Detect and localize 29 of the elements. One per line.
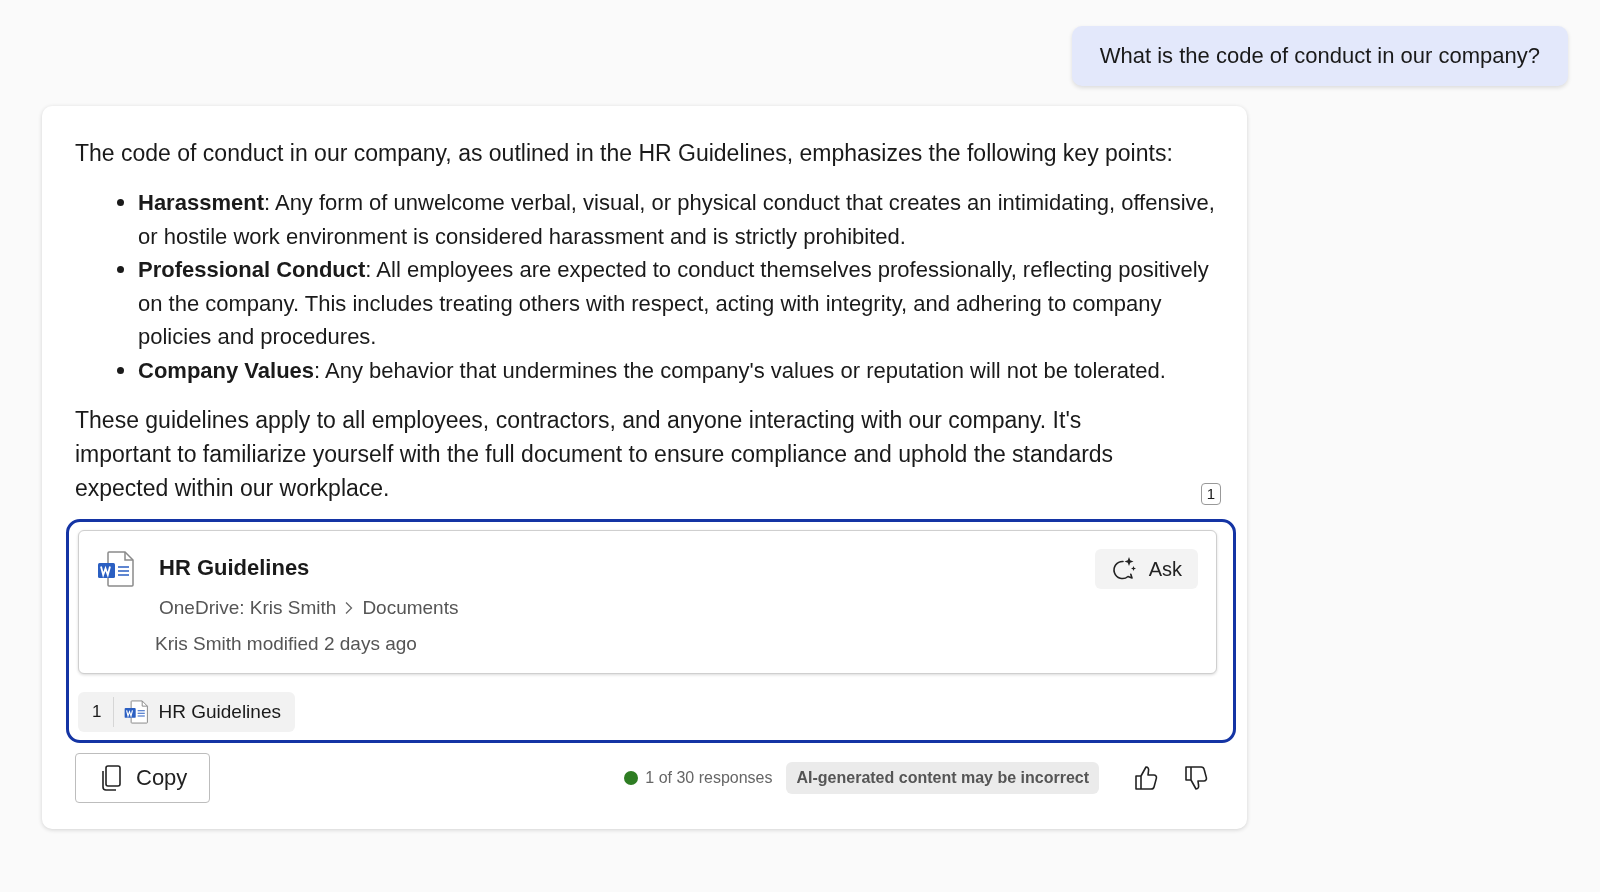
document-title: HR Guidelines <box>159 555 311 581</box>
citation-title: HR Guidelines <box>158 701 281 723</box>
bullet-text: Professional Conduct: All employees are expected to conduct themselves professionally, reflecting positively on the company. This includes treating others with respect, acting with integrity, and adhering to company policies and procedures. <box>138 256 1210 351</box>
citation-chip[interactable]: 1 HR Guidelines <box>78 692 295 732</box>
thumbs-down-icon[interactable] <box>1183 764 1209 792</box>
user-message: What is the code of conduct in our company? <box>1071 26 1568 86</box>
word-document-icon <box>124 699 151 725</box>
word-document-icon <box>97 549 137 589</box>
chevron-right-icon <box>344 601 355 615</box>
bullet-icon <box>117 199 124 206</box>
modified-text: Kris Smith modified 2 days ago <box>155 633 418 655</box>
document-card[interactable]: HR Guidelines OneDrive: Kris Smith Documents Kris Smith modified 2 days ago Ask <box>78 530 1217 674</box>
copy-button[interactable]: Copy <box>75 753 211 803</box>
folder-text: Documents <box>362 597 459 619</box>
ask-button[interactable]: Ask <box>1094 549 1198 589</box>
disclaimer-label: AI-generated content may be incorrect <box>786 762 1099 794</box>
response-paragraph: These guidelines apply to all employees, contractors, and anyone interacting with our company. It's important to familiarize yourself with the full document to ensure compliance and uphold the standards expected within our workplace. <box>75 406 1115 503</box>
bullet-icon <box>117 266 124 273</box>
thumbs-up-icon[interactable] <box>1133 764 1159 792</box>
citation-marker[interactable]: 1 <box>1200 483 1221 505</box>
location-text: OneDrive: Kris Smith <box>159 597 337 619</box>
bullet-text: Company Values: Any behavior that undermines the company's values or reputation will not be tolerated. <box>138 356 1167 385</box>
copy-icon <box>100 764 122 792</box>
status-dot <box>624 771 639 785</box>
response-paragraph: The code of conduct in our company, as outlined in the HR Guidelines, emphasizes the following key points: <box>75 139 1174 168</box>
citation-number: 1 <box>91 702 103 722</box>
response-count: 1 of 30 responses <box>645 769 773 787</box>
bullet-icon <box>117 366 124 374</box>
bullet-text: Harassment: Any form of unwelcome verbal, visual, or physical conduct that creates an intimidating, offensive, or hostile work environment is considered harassment and is strictly prohibited. <box>138 189 1216 251</box>
